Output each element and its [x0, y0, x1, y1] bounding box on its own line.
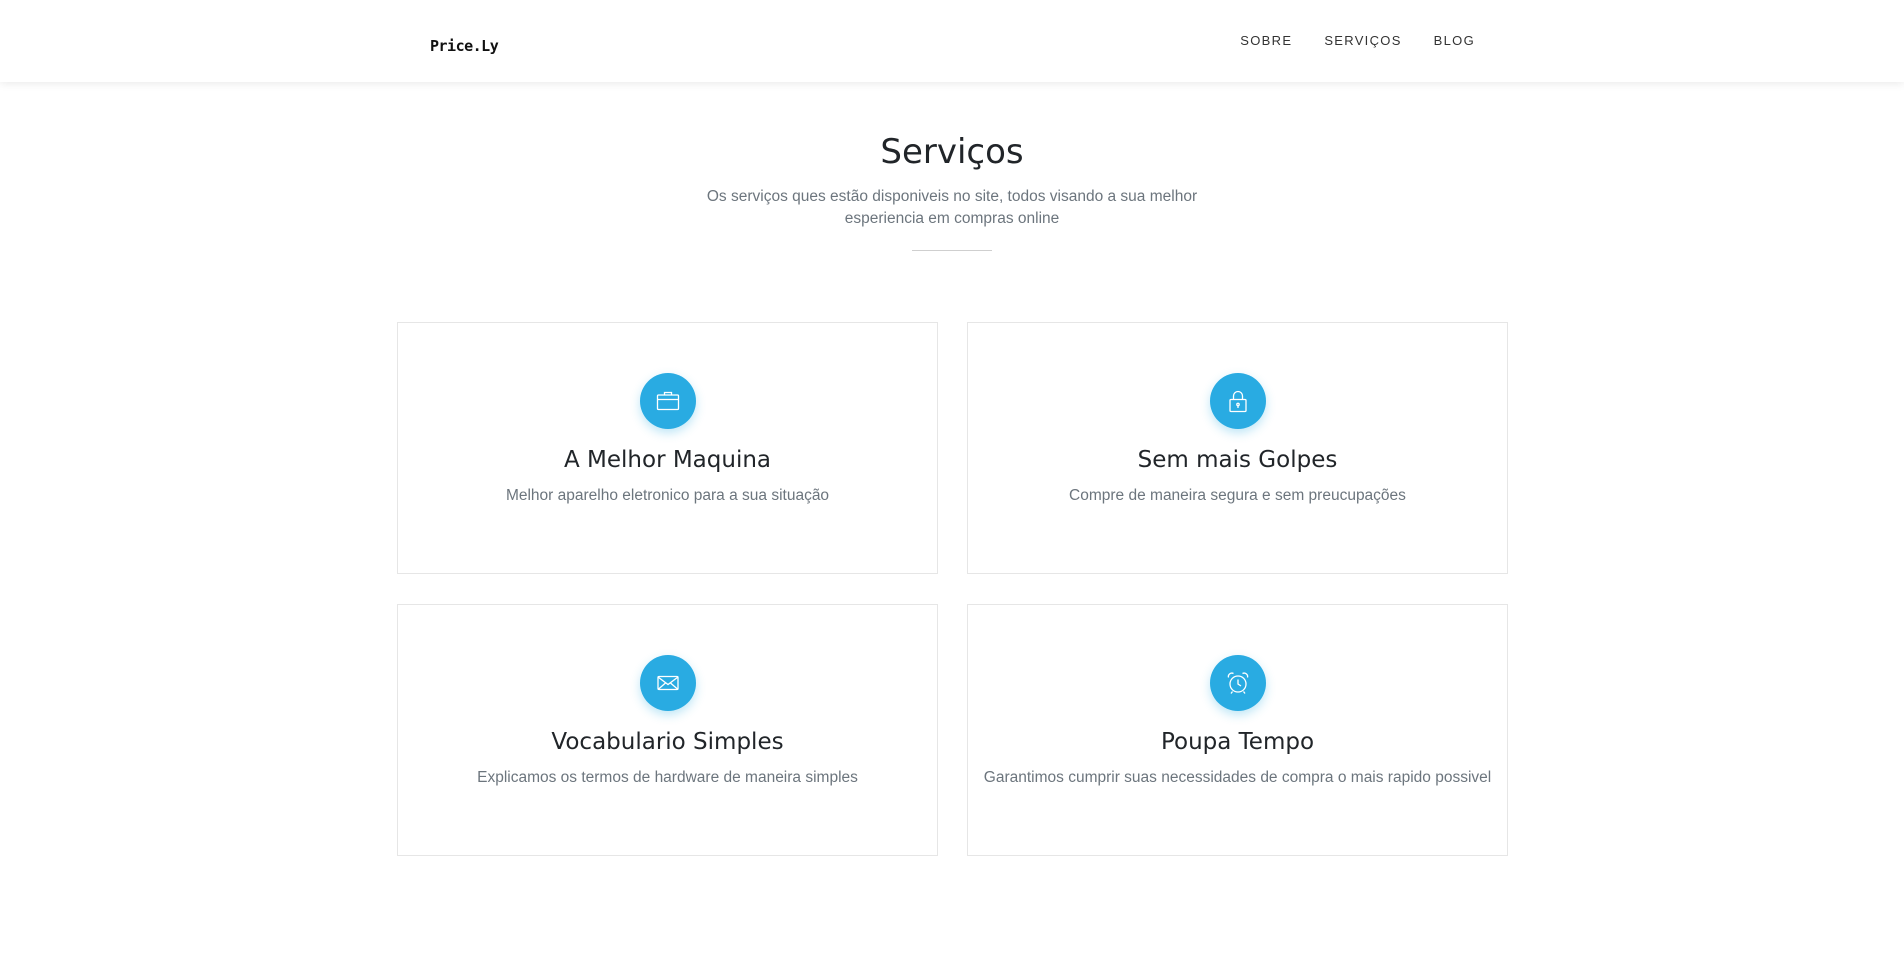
lock-icon: [1210, 373, 1266, 429]
card-title: Poupa Tempo: [1160, 729, 1315, 755]
nav-link-sobre[interactable]: SOBRE: [1240, 33, 1292, 48]
service-card-sem-golpes: Sem mais Golpes Compre de maneira segura…: [967, 322, 1508, 574]
brand-logo[interactable]: Price.Ly: [430, 37, 499, 55]
card-description: Explicamos os termos de hardware de mane…: [477, 769, 858, 786]
card-description: Melhor aparelho eletronico para a sua si…: [505, 487, 830, 504]
service-card-melhor-maquina: A Melhor Maquina Melhor aparelho eletron…: [397, 322, 938, 574]
alarm-clock-icon: [1210, 655, 1266, 711]
card-description: Compre de maneira segura e sem preucupaç…: [1069, 487, 1406, 504]
card-title: Vocabulario Simples: [551, 729, 784, 755]
main-nav: SOBRE SERVIÇOS BLOG: [1240, 33, 1475, 48]
services-subtitle: Os serviços ques estão disponiveis no si…: [706, 188, 1198, 227]
briefcase-icon: [640, 373, 696, 429]
title-divider: [912, 250, 992, 251]
card-description: Garantimos cumprir suas necessidades de …: [983, 769, 1492, 786]
top-navbar: Price.Ly SOBRE SERVIÇOS BLOG: [0, 0, 1904, 82]
card-title: A Melhor Maquina: [563, 447, 772, 473]
nav-link-blog[interactable]: BLOG: [1434, 33, 1475, 48]
card-title: Sem mais Golpes: [1137, 447, 1338, 473]
services-title: Serviços: [880, 132, 1024, 172]
service-card-vocabulario: Vocabulario Simples Explicamos os termos…: [397, 604, 938, 856]
envelope-icon: [640, 655, 696, 711]
nav-link-servicos[interactable]: SERVIÇOS: [1324, 33, 1401, 48]
service-card-poupa-tempo: Poupa Tempo Garantimos cumprir suas nece…: [967, 604, 1508, 856]
